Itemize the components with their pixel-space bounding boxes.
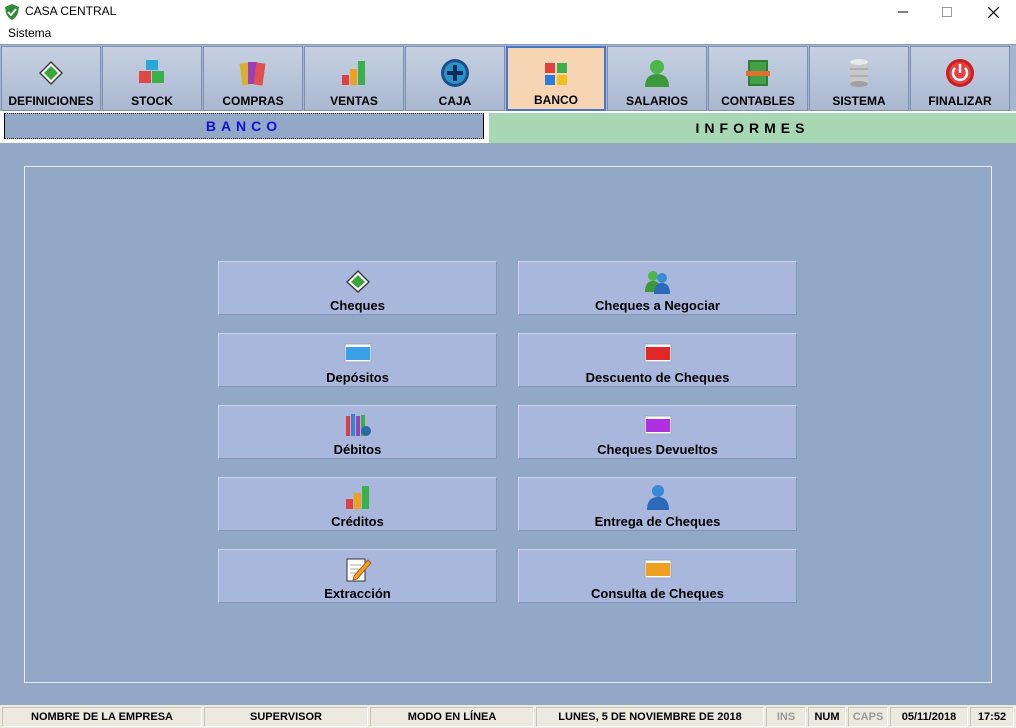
toolbar-compras-button[interactable]: COMPRAS [203,46,303,111]
blue-card-icon [344,343,371,363]
toolbar-definiciones-button[interactable]: DEFINICIONES [1,46,101,111]
book-icon [345,270,370,293]
toolbar-label: CAJA [438,94,472,108]
entrega-de-cheques-button[interactable]: Entrega de Cheques [518,477,797,531]
depositos-label: Depósitos [326,370,389,385]
descuento-de-cheques-label: Descuento de Cheques [585,370,730,385]
status-num: NUM [808,707,846,727]
user-icon [645,60,669,87]
function-panel [24,166,992,683]
cheques-button[interactable]: Cheques [218,261,497,315]
cheques-a-negociar-button[interactable]: Cheques a Negociar [518,261,797,315]
cheques-a-negociar-label: Cheques a Negociar [595,298,720,313]
ledger-icon [746,60,770,86]
bar-chart-icon [345,486,369,509]
maximize-icon [942,7,952,17]
toolbar-sistema-button[interactable]: SISTEMA [809,46,909,111]
main-toolbar: DEFINICIONES STOCK COMPRAS VENTAS CAJA B… [0,44,1016,111]
consulta-de-cheques-button[interactable]: Consulta de Cheques [518,549,797,603]
power-icon [946,59,974,87]
orange-card-icon [644,559,671,579]
menu-sistema[interactable]: Sistema [8,26,51,40]
status-date: 05/11/2018 [890,707,968,727]
books-icon [345,414,371,436]
status-caps: CAPS [848,707,888,727]
toolbar-salarios-button[interactable]: SALARIOS [607,46,707,111]
menu-bar: Sistema [0,24,1016,44]
cheques-devueltos-button[interactable]: Cheques Devueltos [518,405,797,459]
toolbar-label: SISTEMA [832,94,886,108]
pencil-note-icon [346,558,372,582]
bar-chart-icon [342,61,365,85]
tab-banco-label: BANCO [205,118,283,134]
minimize-icon [898,11,908,13]
user-blue-icon [646,485,669,510]
toolbar-ventas-button[interactable]: VENTAS [304,46,404,111]
cheques-label: Cheques [330,298,385,313]
tab-informes-label: INFORMES [695,120,810,136]
minimize-button[interactable] [880,0,926,24]
status-bar: NOMBRE DE LA EMPRESA SUPERVISOR MODO EN … [0,705,1016,728]
plus-circle-icon [441,59,469,87]
title-bar: CASA CENTRAL [0,0,1016,24]
tab-informes[interactable]: INFORMES [489,113,1016,143]
status-company: NOMBRE DE LA EMPRESA [2,707,202,727]
entrega-de-cheques-label: Entrega de Cheques [594,514,721,529]
toolbar-finalizar-button[interactable]: FINALIZAR [910,46,1010,111]
depositos-button[interactable]: Depósitos [218,333,497,387]
close-icon [987,6,999,18]
shield-icon [5,4,19,20]
extraccion-button[interactable]: Extracción [218,549,497,603]
extraccion-label: Extracción [324,586,391,601]
tab-row: BANCO INFORMES [0,111,1016,143]
toolbar-contables-button[interactable]: CONTABLES [708,46,808,111]
toolbar-label: COMPRAS [222,94,284,108]
toolbar-label: CONTABLES [721,94,795,108]
toolbar-label: BANCO [534,93,578,107]
descuento-de-cheques-button[interactable]: Descuento de Cheques [518,333,797,387]
cheques-devueltos-label: Cheques Devueltos [597,442,718,457]
folders-icon [239,62,266,86]
creditos-button[interactable]: Créditos [218,477,497,531]
toolbar-label: SALARIOS [625,94,688,108]
toolbar-label: STOCK [131,94,173,108]
database-icon [850,59,868,87]
status-long-date: LUNES, 5 DE NOVIEMBRE DE 2018 [536,707,764,727]
status-user: SUPERVISOR [204,707,368,727]
creditos-label: Créditos [331,514,384,529]
window-title: CASA CENTRAL [25,4,117,18]
red-card-icon [644,343,671,363]
toolbar-caja-button[interactable]: CAJA [405,46,505,111]
status-mode: MODO EN LÍNEA [370,707,534,727]
debitos-label: Débitos [333,442,382,457]
toolbar-label: VENTAS [330,94,378,108]
close-button[interactable] [970,0,1016,24]
toolbar-stock-button[interactable]: STOCK [102,46,202,111]
users-icon [644,271,670,294]
main-area: Cheques Depósitos Débitos Créditos Extra… [0,143,1016,705]
boxes-icon [139,60,164,83]
windows-tiles-icon [545,63,567,85]
purple-card-icon [644,415,671,435]
tab-banco[interactable]: BANCO [4,113,484,139]
status-time: 17:52 [970,707,1014,727]
book-icon [39,61,63,85]
debitos-button[interactable]: Débitos [218,405,497,459]
status-ins: INS [766,707,806,727]
toolbar-label: DEFINICIONES [8,94,94,108]
toolbar-label: FINALIZAR [928,94,992,108]
consulta-de-cheques-label: Consulta de Cheques [591,586,724,601]
maximize-button[interactable] [924,0,970,24]
toolbar-banco-button[interactable]: BANCO [506,46,606,111]
